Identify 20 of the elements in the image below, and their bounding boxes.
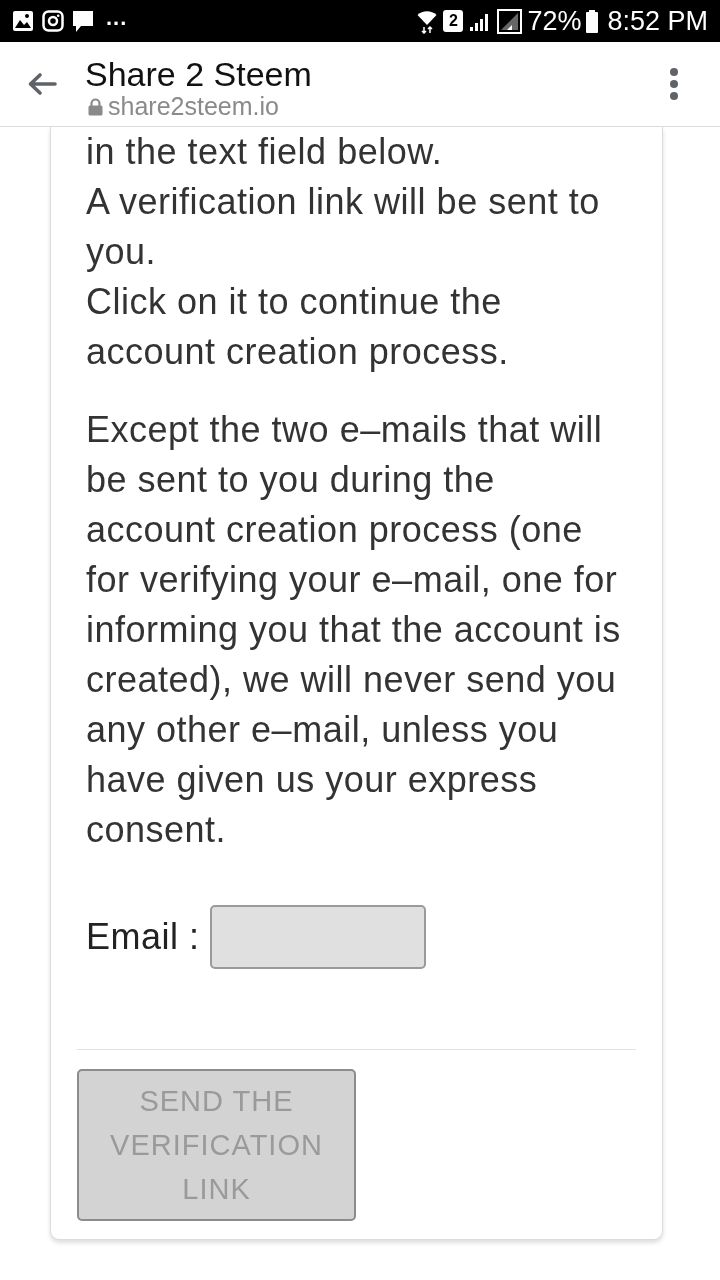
- menu-icon[interactable]: [669, 68, 679, 100]
- email-input[interactable]: [209, 905, 426, 969]
- notification-overflow: ...: [106, 7, 128, 32]
- page-url: share2steem.io: [108, 94, 279, 120]
- chat-bubble-icon: [72, 9, 94, 33]
- instruction-text: A verification link will be sent to you.: [86, 180, 601, 274]
- sim-slot-badge: 2: [443, 10, 464, 32]
- back-arrow-icon[interactable]: [27, 72, 57, 96]
- battery-percent: 72%: [527, 7, 582, 35]
- camera-icon: [42, 10, 64, 32]
- page-title: Share 2 Steem: [85, 54, 312, 95]
- signal-icon: [497, 8, 523, 34]
- image-icon: [12, 10, 34, 32]
- battery-icon: [586, 9, 599, 33]
- instruction-text: in the text field below.: [86, 130, 444, 174]
- clock-time: 8:52 PM: [607, 7, 708, 35]
- privacy-notice: Except the two e–mails that will be sent to you during the account creation process (one for verifying your e–mail, one for informing you that the account is created), we will never send you any other e–mail, unless you have given us your express consent.: [86, 408, 622, 852]
- wifi-icon: [416, 8, 439, 34]
- instruction-text: Click on it to continue the account creation process.: [86, 280, 510, 374]
- email-label: Email :: [86, 919, 200, 955]
